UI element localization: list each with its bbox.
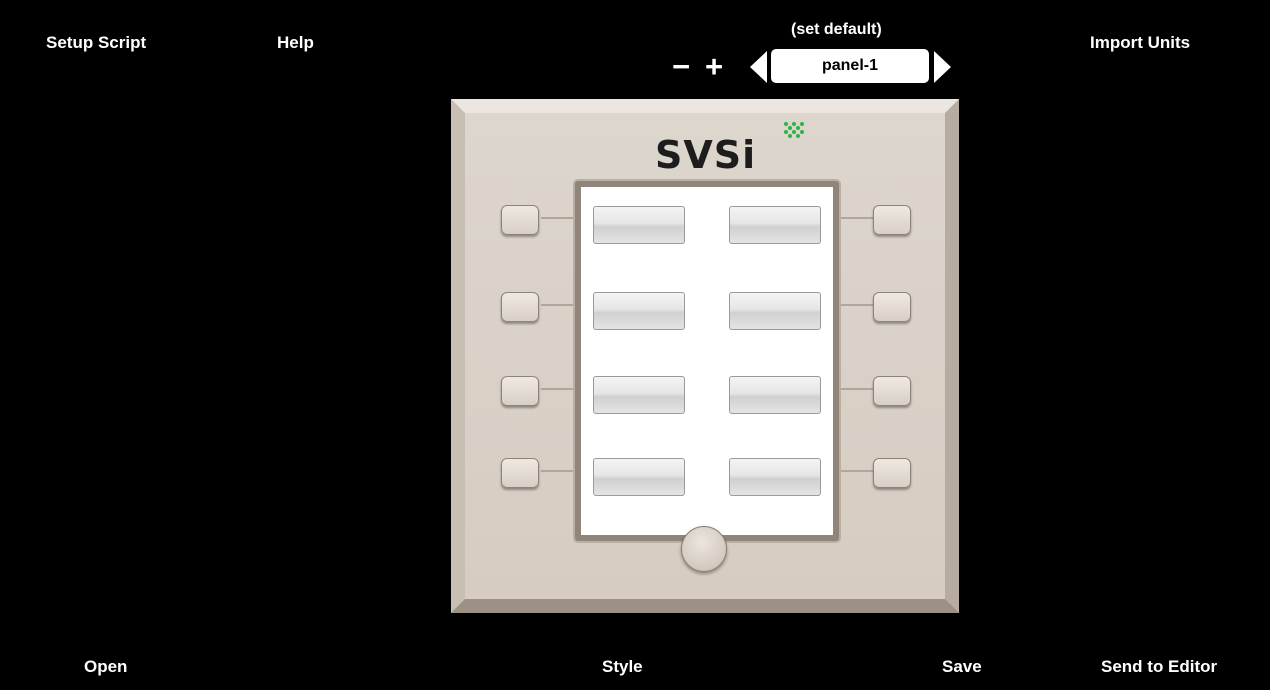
send-to-editor-link[interactable]: Send to Editor <box>1101 657 1217 677</box>
panel-name-field[interactable]: panel-1 <box>771 49 929 83</box>
connector-line <box>541 304 579 306</box>
set-default-link[interactable]: (set default) <box>791 21 882 39</box>
keypad-plate: SVSi <box>451 99 959 613</box>
screen-button-3[interactable] <box>593 292 685 330</box>
open-link[interactable]: Open <box>84 657 127 677</box>
connector-line <box>541 217 579 219</box>
svsi-logo: SVSi <box>655 133 757 177</box>
screen-button-2[interactable] <box>729 206 821 244</box>
round-bottom-button[interactable] <box>681 526 727 572</box>
connector-line <box>835 470 873 472</box>
logo-dots-icon <box>784 122 804 138</box>
connector-line <box>541 470 579 472</box>
screen-button-1[interactable] <box>593 206 685 244</box>
keypad-face: SVSi <box>465 113 945 599</box>
screen-bezel <box>575 181 839 541</box>
connector-line <box>835 217 873 219</box>
left-side-button-4[interactable] <box>501 458 539 488</box>
screen-button-8[interactable] <box>729 458 821 496</box>
help-link[interactable]: Help <box>277 33 314 53</box>
screen-button-5[interactable] <box>593 376 685 414</box>
connector-line <box>835 388 873 390</box>
minus-button[interactable]: − <box>672 51 690 82</box>
left-side-button-1[interactable] <box>501 205 539 235</box>
style-link[interactable]: Style <box>602 657 643 677</box>
connector-line <box>835 304 873 306</box>
previous-panel-arrow-icon[interactable] <box>750 51 767 83</box>
left-side-button-3[interactable] <box>501 376 539 406</box>
next-panel-arrow-icon[interactable] <box>934 51 951 83</box>
screen-button-6[interactable] <box>729 376 821 414</box>
left-side-button-2[interactable] <box>501 292 539 322</box>
connector-line <box>541 388 579 390</box>
right-side-button-2[interactable] <box>873 292 911 322</box>
right-side-button-4[interactable] <box>873 458 911 488</box>
right-side-button-1[interactable] <box>873 205 911 235</box>
setup-script-link[interactable]: Setup Script <box>46 33 146 53</box>
screen-button-7[interactable] <box>593 458 685 496</box>
import-units-link[interactable]: Import Units <box>1090 33 1190 53</box>
keypad-screen <box>581 187 833 535</box>
screen-button-4[interactable] <box>729 292 821 330</box>
plus-button[interactable]: + <box>705 51 723 82</box>
right-side-button-3[interactable] <box>873 376 911 406</box>
save-link[interactable]: Save <box>942 657 982 677</box>
